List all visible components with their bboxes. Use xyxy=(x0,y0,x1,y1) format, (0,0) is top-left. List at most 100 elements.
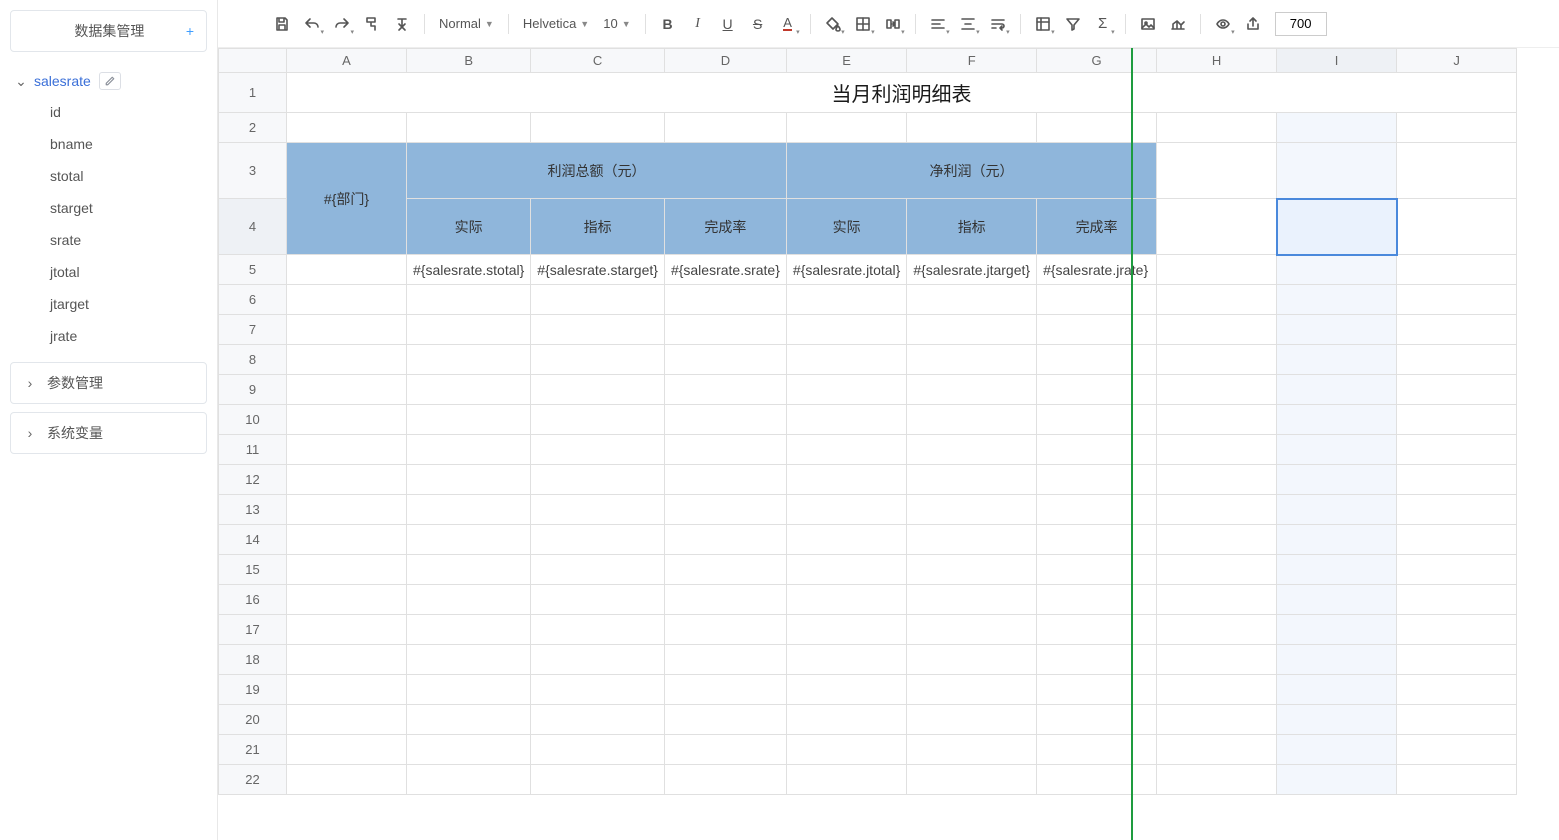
cell-B12[interactable] xyxy=(407,465,531,495)
cell-A19[interactable] xyxy=(287,675,407,705)
cell-C20[interactable] xyxy=(531,705,665,735)
row-header-18[interactable]: 18 xyxy=(219,645,287,675)
cell-H9[interactable] xyxy=(1157,375,1277,405)
cell-F21[interactable] xyxy=(907,735,1037,765)
cell-G12[interactable] xyxy=(1037,465,1157,495)
cell-A13[interactable] xyxy=(287,495,407,525)
undo-button[interactable]: ▾ xyxy=(298,10,326,38)
zoom-input[interactable] xyxy=(1275,12,1327,36)
add-dataset-icon[interactable]: + xyxy=(186,23,194,39)
cell-D18[interactable] xyxy=(664,645,786,675)
cell-H7[interactable] xyxy=(1157,315,1277,345)
cell-F16[interactable] xyxy=(907,585,1037,615)
col-header-H[interactable]: H xyxy=(1157,49,1277,73)
cell-D15[interactable] xyxy=(664,555,786,585)
cell-J4[interactable] xyxy=(1397,199,1517,255)
cell-G10[interactable] xyxy=(1037,405,1157,435)
cell-F13[interactable] xyxy=(907,495,1037,525)
cell-G20[interactable] xyxy=(1037,705,1157,735)
cell-E5[interactable]: #{salesrate.jtotal} xyxy=(786,255,906,285)
cell-A14[interactable] xyxy=(287,525,407,555)
cell-C8[interactable] xyxy=(531,345,665,375)
preview-button[interactable]: ▾ xyxy=(1209,10,1237,38)
cell-I6[interactable] xyxy=(1277,285,1397,315)
cell-A9[interactable] xyxy=(287,375,407,405)
cell-E11[interactable] xyxy=(786,435,906,465)
cell-H10[interactable] xyxy=(1157,405,1277,435)
cell-G2[interactable] xyxy=(1037,113,1157,143)
cell-E7[interactable] xyxy=(786,315,906,345)
group2-header[interactable]: 净利润（元） xyxy=(786,143,1156,199)
cell-B13[interactable] xyxy=(407,495,531,525)
cell-J5[interactable] xyxy=(1397,255,1517,285)
cell-D13[interactable] xyxy=(664,495,786,525)
cell-C19[interactable] xyxy=(531,675,665,705)
cell-E18[interactable] xyxy=(786,645,906,675)
cell-J7[interactable] xyxy=(1397,315,1517,345)
cell-I9[interactable] xyxy=(1277,375,1397,405)
col-header-I[interactable]: I xyxy=(1277,49,1397,73)
col-header-C[interactable]: C xyxy=(531,49,665,73)
cell-I19[interactable] xyxy=(1277,675,1397,705)
cell-E12[interactable] xyxy=(786,465,906,495)
cell-D16[interactable] xyxy=(664,585,786,615)
cell-D8[interactable] xyxy=(664,345,786,375)
cell-I2[interactable] xyxy=(1277,113,1397,143)
cell-A16[interactable] xyxy=(287,585,407,615)
subheader-4[interactable]: 指标 xyxy=(907,199,1037,255)
corner-cell[interactable] xyxy=(219,49,287,73)
cell-H16[interactable] xyxy=(1157,585,1277,615)
textwrap-button[interactable]: ▾ xyxy=(984,10,1012,38)
cell-G18[interactable] xyxy=(1037,645,1157,675)
cell-J19[interactable] xyxy=(1397,675,1517,705)
row-header-13[interactable]: 13 xyxy=(219,495,287,525)
borders-button[interactable]: ▾ xyxy=(849,10,877,38)
cell-C10[interactable] xyxy=(531,405,665,435)
cell-G17[interactable] xyxy=(1037,615,1157,645)
bold-button[interactable]: B xyxy=(654,10,682,38)
font-select[interactable]: Helvetica▼ xyxy=(517,10,595,38)
cell-H18[interactable] xyxy=(1157,645,1277,675)
cell-G22[interactable] xyxy=(1037,765,1157,795)
edit-dataset-icon[interactable] xyxy=(99,72,121,90)
cell-H13[interactable] xyxy=(1157,495,1277,525)
cell-A8[interactable] xyxy=(287,345,407,375)
cell-A22[interactable] xyxy=(287,765,407,795)
cell-B5[interactable]: #{salesrate.stotal} xyxy=(407,255,531,285)
cell-B7[interactable] xyxy=(407,315,531,345)
cell-A12[interactable] xyxy=(287,465,407,495)
cell-D22[interactable] xyxy=(664,765,786,795)
cell-B18[interactable] xyxy=(407,645,531,675)
field-jrate[interactable]: jrate xyxy=(10,320,207,352)
spreadsheet[interactable]: ABCDEFGHIJ1当月利润明细表23#{部门}利润总额（元）净利润（元）4实… xyxy=(218,48,1559,840)
cell-D9[interactable] xyxy=(664,375,786,405)
cell-J6[interactable] xyxy=(1397,285,1517,315)
row-header-4[interactable]: 4 xyxy=(219,199,287,255)
cell-F22[interactable] xyxy=(907,765,1037,795)
cell-G6[interactable] xyxy=(1037,285,1157,315)
cell-F19[interactable] xyxy=(907,675,1037,705)
subheader-1[interactable]: 指标 xyxy=(531,199,665,255)
subheader-2[interactable]: 完成率 xyxy=(664,199,786,255)
italic-button[interactable]: I xyxy=(684,10,712,38)
cell-I10[interactable] xyxy=(1277,405,1397,435)
row-header-17[interactable]: 17 xyxy=(219,615,287,645)
cell-G15[interactable] xyxy=(1037,555,1157,585)
cell-F11[interactable] xyxy=(907,435,1037,465)
strikethrough-button[interactable]: S xyxy=(744,10,772,38)
cell-G14[interactable] xyxy=(1037,525,1157,555)
cell-G8[interactable] xyxy=(1037,345,1157,375)
subheader-3[interactable]: 实际 xyxy=(786,199,906,255)
row-header-20[interactable]: 20 xyxy=(219,705,287,735)
row-header-1[interactable]: 1 xyxy=(219,73,287,113)
cell-A17[interactable] xyxy=(287,615,407,645)
field-id[interactable]: id xyxy=(10,96,207,128)
font-size-select[interactable]: 10▼ xyxy=(597,10,636,38)
cell-C13[interactable] xyxy=(531,495,665,525)
cell-I15[interactable] xyxy=(1277,555,1397,585)
cell-A7[interactable] xyxy=(287,315,407,345)
row-header-6[interactable]: 6 xyxy=(219,285,287,315)
image-button[interactable] xyxy=(1134,10,1162,38)
field-starget[interactable]: starget xyxy=(10,192,207,224)
cell-C16[interactable] xyxy=(531,585,665,615)
